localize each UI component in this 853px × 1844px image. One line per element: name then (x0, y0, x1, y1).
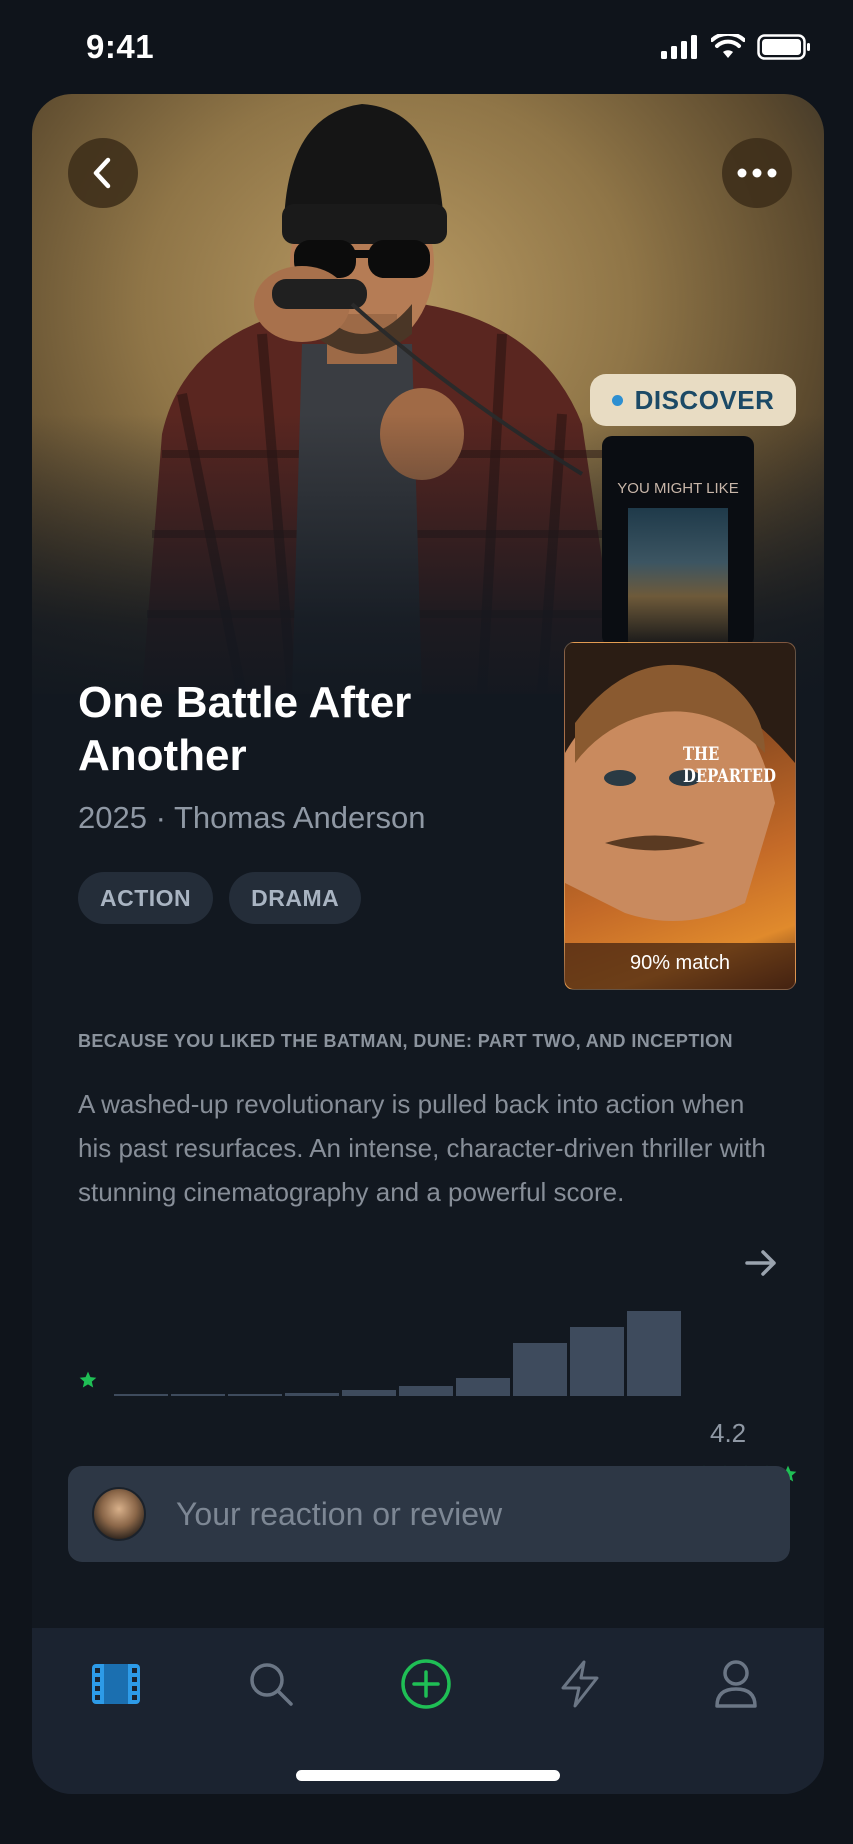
movie-meta: 2025 · Thomas Anderson (78, 800, 426, 835)
arrow-right-icon (745, 1250, 776, 1276)
tab-add[interactable] (396, 1654, 456, 1714)
poster-title-line1: THE (683, 743, 720, 765)
histogram-bar (342, 1390, 396, 1396)
poster-title-text: THE DEPARTED (683, 743, 776, 787)
discover-dot-icon (611, 394, 623, 406)
plus-circle-icon (401, 1659, 451, 1709)
genre-tag-drama[interactable]: DRAMA (229, 872, 362, 924)
discover-badge[interactable]: DISCOVER (590, 374, 796, 426)
more-horizontal-icon (737, 168, 777, 178)
average-rating: 4.2 (710, 1418, 747, 1448)
genre-tags: ACTION DRAMA (78, 872, 362, 924)
chevron-left-icon (93, 157, 111, 189)
lightning-icon (561, 1660, 599, 1708)
tab-activity[interactable] (550, 1654, 610, 1714)
back-button[interactable] (68, 138, 138, 208)
read-more-button[interactable] (744, 1248, 778, 1283)
profile-icon (715, 1660, 757, 1708)
histogram-bar (513, 1343, 567, 1396)
film-icon (92, 1664, 140, 1704)
bottom-tab-bar (32, 1628, 824, 1794)
cellular-signal-icon (661, 35, 697, 59)
more-options-button[interactable] (722, 138, 792, 208)
histogram-bar (456, 1378, 510, 1396)
histogram-bar (399, 1386, 453, 1396)
tab-search[interactable] (241, 1654, 301, 1714)
user-avatar (92, 1487, 146, 1541)
home-indicator (296, 1770, 560, 1781)
discover-label: DISCOVER (634, 384, 775, 415)
histogram-bar (228, 1394, 282, 1396)
histogram-bar (114, 1394, 168, 1396)
star-icon (79, 1371, 97, 1388)
histogram-bar (570, 1327, 624, 1396)
movie-description: A washed-up revolutionary is pulled back… (78, 1089, 766, 1207)
status-bar: 9:41 (0, 0, 853, 96)
histogram-bar (171, 1394, 225, 1396)
battery-icon (757, 34, 810, 60)
search-icon (250, 1663, 293, 1706)
poster-title-line2: DEPARTED (683, 765, 776, 787)
status-time: 9:41 (86, 28, 155, 65)
recommended-poster[interactable]: THE DEPARTED 90% match (564, 642, 796, 990)
you-might-like-label: YOU MIGHT LIKE (617, 480, 739, 497)
movie-title: One Battle After Another (78, 678, 412, 780)
tab-profile[interactable] (706, 1654, 766, 1714)
tab-films[interactable] (86, 1654, 146, 1714)
review-placeholder: Your reaction or review (176, 1495, 503, 1532)
wifi-icon (711, 34, 745, 58)
histogram-bar (285, 1393, 339, 1396)
match-percentage: 90% match (629, 952, 731, 974)
poster-portrait-image (565, 643, 795, 989)
you-might-like-card[interactable]: YOU MIGHT LIKE (602, 436, 754, 646)
histogram-bar (627, 1311, 681, 1396)
review-input[interactable]: Your reaction or review (68, 1466, 790, 1562)
rating-histogram (78, 1304, 798, 1404)
you-might-like-poster (628, 508, 728, 644)
genre-tag-action[interactable]: ACTION (78, 872, 214, 924)
status-icons (661, 34, 811, 60)
because-you-liked-text: BECAUSE YOU LIKED THE BATMAN, DUNE: PART… (78, 1031, 733, 1051)
histogram-bars (114, 1304, 684, 1396)
movie-detail-card: DISCOVER YOU MIGHT LIKE THE DEPARTED 90%… (32, 94, 824, 1794)
